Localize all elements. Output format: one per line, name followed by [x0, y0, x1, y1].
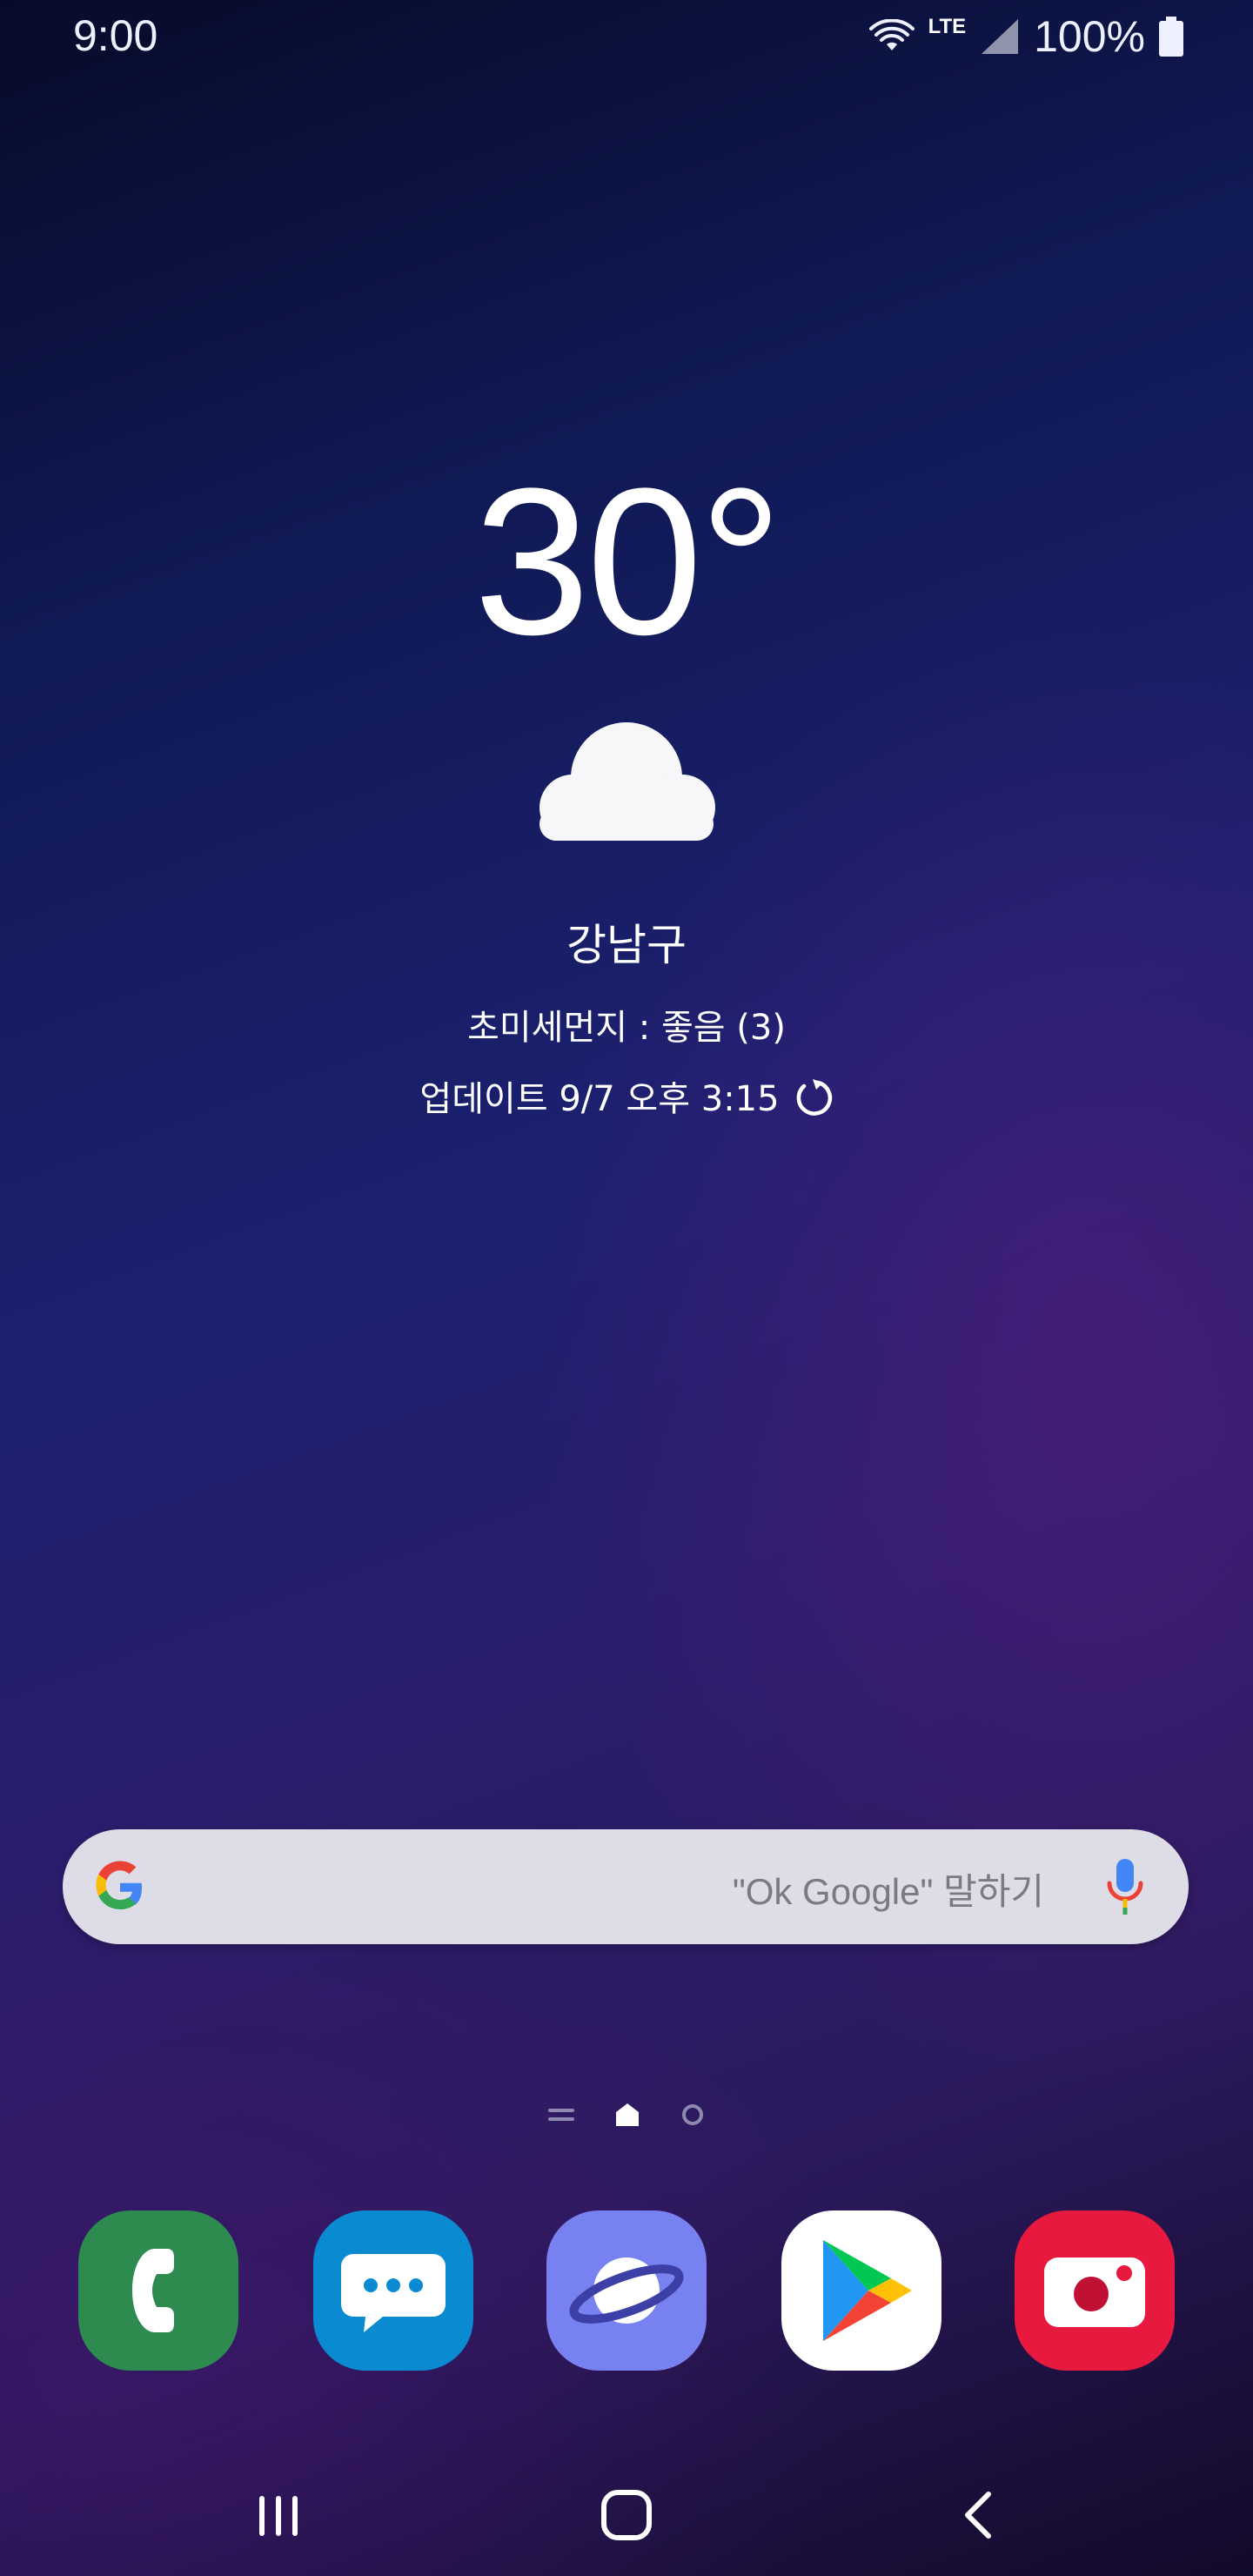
phone-app[interactable]	[78, 2210, 238, 2371]
internet-app[interactable]	[546, 2210, 707, 2371]
mic-icon[interactable]	[1105, 1857, 1145, 1918]
phone-icon	[132, 2249, 174, 2332]
back-icon	[965, 2492, 991, 2539]
fine-dust-status: 초미세먼지 : 좋음 (3)	[467, 1008, 786, 1048]
messages-icon	[341, 2254, 446, 2332]
temperature: 30°	[473, 445, 783, 678]
network-type: LTE	[928, 15, 967, 38]
weather-location: 강남구	[566, 920, 687, 970]
recent-apps-icon	[259, 2496, 298, 2536]
camera-app[interactable]	[1015, 2210, 1175, 2371]
battery-percent: 100%	[1034, 12, 1145, 61]
wifi-icon	[868, 19, 915, 50]
camera-icon	[1044, 2257, 1145, 2327]
status-bar: 9:00 LTE 100%	[0, 0, 1253, 73]
home-page-icon[interactable]	[614, 2102, 640, 2128]
home-button[interactable]	[583, 2479, 670, 2552]
weather-update-row: 업데이트 9/7 오후 3:15	[0, 1070, 1253, 1126]
menu-lines-icon[interactable]	[548, 2105, 574, 2124]
google-g-icon	[96, 1861, 142, 1909]
status-time: 9:00	[73, 11, 158, 60]
internet-planet-icon	[569, 2257, 684, 2324]
navigation-bar	[0, 2451, 1253, 2576]
home-icon	[601, 2490, 652, 2540]
battery-icon	[1159, 17, 1183, 57]
cell-signal-icon	[982, 19, 1019, 54]
cloud-icon	[529, 712, 724, 841]
page-dot-icon[interactable]	[680, 2103, 705, 2127]
app-dock	[0, 2210, 1253, 2371]
page-indicator	[0, 2097, 1253, 2132]
status-icons: LTE 100%	[868, 9, 1183, 64]
google-search-bar[interactable]: "Ok Google" 말하기	[63, 1829, 1189, 1944]
refresh-icon[interactable]	[792, 1076, 834, 1126]
play-store-app[interactable]	[781, 2210, 941, 2371]
recent-apps-button[interactable]	[235, 2479, 322, 2552]
messages-app[interactable]	[313, 2210, 473, 2371]
weather-updated-time: 업데이트 9/7 오후 3:15	[419, 1079, 780, 1119]
back-button[interactable]	[936, 2479, 1023, 2552]
play-store-icon	[823, 2240, 912, 2341]
search-hint: "Ok Google" 말하기	[732, 1871, 1044, 1912]
